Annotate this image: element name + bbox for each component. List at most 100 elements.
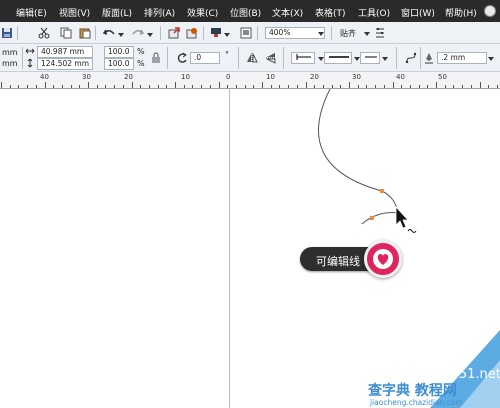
ruler-tick <box>131 82 133 88</box>
menu-bitmaps[interactable]: 位图(B) <box>230 6 261 19</box>
ruler-tick <box>470 85 472 88</box>
ruler-tick <box>140 85 142 88</box>
start-arrowhead-select[interactable] <box>291 52 315 64</box>
redo-dropdown-arrow[interactable] <box>147 33 153 37</box>
outline-width-value: .2 mm <box>441 53 466 62</box>
toolbar-separator <box>160 26 161 40</box>
pointer-cursor-icon <box>395 205 409 229</box>
watermark-title: 查字典 教程网 <box>368 383 457 399</box>
snap-dropdown-arrow[interactable] <box>364 32 370 36</box>
curve-node <box>370 216 374 220</box>
ruler-tick <box>9 85 11 88</box>
undo-dropdown-arrow[interactable] <box>118 33 124 37</box>
mirror-vertical-icon[interactable] <box>265 52 277 64</box>
menu-arrange[interactable]: 排列(A) <box>144 6 175 19</box>
tooltip-text: 可编辑线 <box>316 255 360 268</box>
scale-width-field[interactable]: 100.0 <box>104 46 134 58</box>
scale-height-field[interactable]: 100.0 <box>104 58 134 70</box>
degree-symbol: ° <box>225 50 229 59</box>
ruler-tick <box>61 85 63 88</box>
zoom-level-value: 400% <box>269 28 291 37</box>
cut-icon[interactable] <box>38 27 50 39</box>
rotation-angle-value: .0 <box>194 53 202 62</box>
toolbar-separator <box>396 47 397 69</box>
end-arrowhead-select[interactable] <box>360 52 380 64</box>
position-x-unit: mm <box>2 48 18 57</box>
rotation-angle-field[interactable]: .0 <box>190 52 220 64</box>
ruler-tick <box>375 85 377 88</box>
menu-layout[interactable]: 版面(L) <box>102 6 132 19</box>
ruler-tick <box>279 85 281 88</box>
ruler-tick <box>322 85 324 88</box>
undo-icon[interactable] <box>103 27 115 39</box>
copy-icon[interactable] <box>60 27 72 39</box>
ruler-tick <box>35 85 37 88</box>
arrowhead-start-icon <box>296 54 311 60</box>
ruler-tick <box>166 85 168 88</box>
snap-to-label[interactable]: 贴齐 <box>340 28 356 39</box>
ruler-tick <box>270 85 272 88</box>
ruler-tick <box>96 85 98 88</box>
ruler-label: 0 <box>226 73 231 81</box>
ruler-tick <box>427 85 429 88</box>
welcome-screen-icon[interactable] <box>240 27 252 39</box>
zoom-dropdown-arrow[interactable] <box>318 32 324 36</box>
toolbar-separator <box>95 26 96 40</box>
ruler-tick <box>157 85 159 88</box>
options-icon[interactable] <box>374 27 386 39</box>
ruler-tick <box>392 82 394 88</box>
menu-tools[interactable]: 工具(O) <box>358 6 390 19</box>
ruler-tick <box>235 85 237 88</box>
ruler-tick <box>305 82 307 88</box>
heart-badge <box>364 240 402 278</box>
end-arrowhead-dropdown-arrow[interactable] <box>382 57 388 61</box>
save-icon[interactable] <box>1 27 13 39</box>
line-style-select[interactable] <box>324 52 352 64</box>
ruler-tick <box>288 85 290 88</box>
ruler-tick <box>366 85 368 88</box>
menu-edit[interactable]: 编辑(E) <box>16 6 47 19</box>
launcher-dropdown-arrow[interactable] <box>224 33 230 37</box>
paste-icon[interactable] <box>79 27 91 39</box>
watermark-url: jiaocheng.chazidian.com <box>370 398 463 407</box>
menu-view[interactable]: 视图(V) <box>59 6 90 19</box>
ruler-tick <box>462 85 464 88</box>
toolbar-separator <box>283 47 284 69</box>
menu-table[interactable]: 表格(T) <box>315 6 346 19</box>
heart-icon <box>373 249 393 269</box>
export-icon[interactable] <box>186 27 198 39</box>
ruler-label: 50 <box>438 73 447 81</box>
window-control-button[interactable] <box>484 5 496 17</box>
ruler-label: 40 <box>40 73 49 81</box>
standard-toolbar: 400% 贴齐 <box>0 22 500 44</box>
menu-text[interactable]: 文本(X) <box>272 6 303 19</box>
convert-curve-icon[interactable] <box>405 52 417 64</box>
application-launcher-icon[interactable] <box>210 27 222 39</box>
zoom-level-select[interactable]: 400% <box>265 27 325 39</box>
ruler-label: 30 <box>352 73 361 81</box>
mirror-horizontal-icon[interactable] <box>246 52 258 64</box>
ruler-tick <box>88 82 89 88</box>
object-height-field[interactable]: 124.502 mm <box>37 58 93 70</box>
toolbar-separator <box>257 26 258 40</box>
redo-icon[interactable] <box>132 27 144 39</box>
horizontal-ruler[interactable]: 40 30 20 10 0 10 20 30 40 50 <box>0 72 500 89</box>
outline-width-field[interactable]: .2 mm <box>437 52 487 64</box>
ruler-tick <box>218 82 220 88</box>
menu-effects[interactable]: 效果(C) <box>187 6 218 19</box>
outline-width-dropdown-arrow[interactable] <box>488 57 494 61</box>
object-height-value: 124.502 mm <box>41 59 90 68</box>
ruler-tick <box>1 82 2 88</box>
menu-help[interactable]: 帮助(H) <box>445 6 477 19</box>
ruler-label: 40 <box>396 73 405 81</box>
lock-ratio-icon[interactable] <box>150 52 162 64</box>
toolbar-separator <box>22 47 23 69</box>
import-icon[interactable] <box>168 27 180 39</box>
property-bar: mm mm 40.987 mm 124.502 mm 100.0 100.0 %… <box>0 44 500 72</box>
object-width-field[interactable]: 40.987 mm <box>37 46 93 58</box>
ruler-tick <box>27 85 29 88</box>
menu-window[interactable]: 窗口(W) <box>401 6 435 19</box>
toolbar-separator <box>331 26 332 40</box>
ruler-tick <box>453 85 455 88</box>
ruler-tick <box>357 85 359 88</box>
